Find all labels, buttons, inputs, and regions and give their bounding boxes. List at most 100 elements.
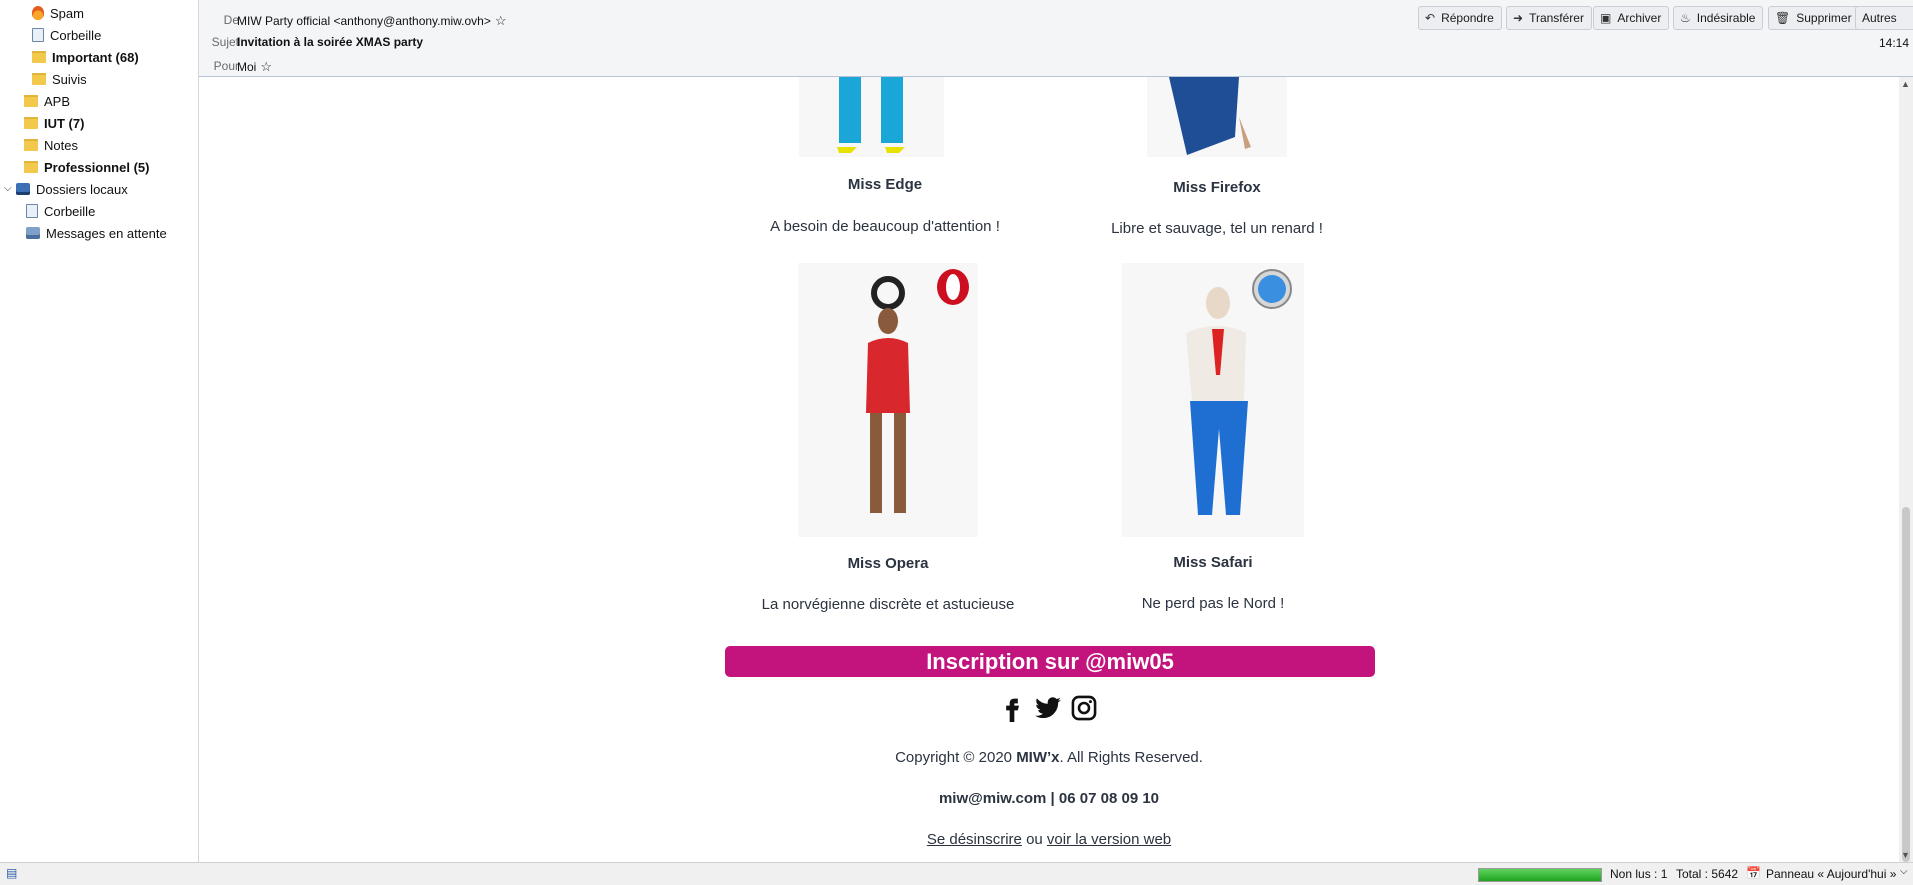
- fire-icon: [32, 6, 44, 20]
- copyright-prefix: Copyright © 2020: [895, 749, 1017, 766]
- online-status-icon[interactable]: ▤: [6, 866, 17, 880]
- junk-icon: ♨: [1680, 11, 1691, 25]
- folder-label: Suivis: [52, 71, 87, 87]
- reply-label: Répondre: [1441, 11, 1494, 25]
- message-body: Miss Edge Miss Firefox A besoin de beauc…: [199, 77, 1899, 862]
- card-title: Miss Edge: [847, 176, 923, 193]
- folder-label: Corbeille: [44, 203, 96, 219]
- delete-button[interactable]: 🗑 Supprimer: [1768, 6, 1860, 30]
- facebook-icon[interactable]: [998, 694, 1026, 722]
- web-version-link[interactable]: voir la version web: [1047, 831, 1171, 848]
- folder-label: APB: [44, 93, 71, 109]
- folder-icon: [24, 139, 38, 151]
- folder-suivis[interactable]: Suivis: [32, 69, 87, 89]
- miss-safari-photo: [1122, 263, 1304, 537]
- brand-name: MIW’x: [1016, 749, 1060, 766]
- card-description: Ne perd pas le Nord !: [1141, 595, 1285, 612]
- folder-icon: [32, 51, 46, 63]
- outbox-icon: [26, 227, 40, 239]
- other-actions-button[interactable]: Autres: [1855, 6, 1913, 30]
- progress-fill: [1479, 869, 1601, 881]
- copyright-text: Copyright © 2020 MIW’x. All Rights Reser…: [199, 749, 1899, 766]
- subject-value: Invitation à la soirée XMAS party: [237, 35, 424, 49]
- reply-button[interactable]: ↶ Répondre: [1418, 6, 1502, 30]
- folder-label: Corbeille: [50, 27, 102, 43]
- signup-button[interactable]: Inscription sur @miw05: [725, 646, 1375, 677]
- card-description: Libre et sauvage, tel un renard !: [1111, 220, 1323, 237]
- today-pane-toggle[interactable]: Panneau « Aujourd'hui »: [1766, 867, 1896, 881]
- folder-notes[interactable]: Notes: [24, 135, 78, 155]
- trash-icon: [26, 204, 38, 218]
- forward-icon: ➜: [1513, 11, 1524, 25]
- folder-local[interactable]: Dossiers locaux: [16, 179, 128, 199]
- reply-icon: ↶: [1425, 11, 1436, 25]
- status-bar: ▤ Non lus : 1 Total : 5642 📅 Panneau « A…: [0, 862, 1913, 885]
- to-address[interactable]: Moi: [237, 60, 256, 74]
- folder-spam[interactable]: Spam: [32, 3, 84, 23]
- folder-icon: [24, 95, 38, 107]
- from-value[interactable]: MIW Party official <anthony@anthony.miw.…: [237, 13, 507, 29]
- chevron-down-icon[interactable]: ⌵: [1900, 866, 1908, 877]
- star-icon[interactable]: ☆: [260, 59, 272, 75]
- unread-count: Non lus : 1: [1610, 867, 1668, 881]
- to-value[interactable]: Moi ☆: [237, 59, 272, 75]
- junk-button[interactable]: ♨ Indésirable: [1673, 6, 1764, 30]
- folder-icon: [24, 161, 38, 173]
- scrollbar-thumb[interactable]: [1902, 507, 1910, 862]
- card-title: Miss Safari: [1173, 554, 1253, 571]
- other-label: Autres: [1862, 11, 1897, 25]
- from-label: De: [223, 13, 239, 27]
- instagram-icon[interactable]: [1070, 694, 1098, 722]
- contact-info: miw@miw.com | 06 07 08 09 10: [938, 790, 1160, 807]
- archive-button[interactable]: ▣ Archiver: [1593, 6, 1670, 30]
- delete-label: Supprimer: [1796, 11, 1852, 25]
- folder-professionnel[interactable]: Professionnel (5): [24, 157, 149, 177]
- miss-edge-photo: [799, 77, 944, 157]
- message-header: De MIW Party official <anthony@anthony.m…: [199, 0, 1913, 77]
- scroll-down-icon[interactable]: ▼: [1901, 850, 1910, 860]
- folder-label: Important (68): [52, 49, 139, 65]
- miss-opera-photo: [798, 263, 978, 537]
- message-scrollbar[interactable]: ▲ ▼: [1899, 77, 1913, 862]
- trash-icon: [32, 28, 44, 42]
- to-label: Pour: [213, 59, 239, 73]
- miss-firefox-photo: [1147, 77, 1287, 157]
- message-time: 14:14: [1878, 36, 1909, 50]
- footer-links: Se désinscrire ou voir la version web: [199, 831, 1899, 848]
- folder-pane: Spam Corbeille Important (68) Suivis APB…: [0, 0, 199, 862]
- subject-label: Sujet: [211, 35, 239, 49]
- folder-outbox[interactable]: Messages en attente: [26, 223, 167, 243]
- folder-label: Dossiers locaux: [36, 181, 128, 197]
- unsubscribe-link[interactable]: Se désinscrire: [927, 831, 1022, 848]
- twitter-icon[interactable]: [1034, 694, 1062, 722]
- card-title: Miss Opera: [847, 555, 929, 572]
- folder-icon: [32, 73, 46, 85]
- folder-icon: [24, 117, 38, 129]
- from-address[interactable]: MIW Party official <anthony@anthony.miw.…: [237, 14, 491, 28]
- folder-apb[interactable]: APB: [24, 91, 70, 111]
- copyright-suffix: . All Rights Reserved.: [1059, 749, 1203, 766]
- folder-iut[interactable]: IUT (7): [24, 113, 84, 133]
- progress-bar: [1478, 868, 1602, 882]
- folder-label: Professionnel (5): [44, 159, 150, 175]
- folder-label: IUT (7): [44, 115, 85, 131]
- star-icon[interactable]: ☆: [495, 13, 507, 29]
- folder-label: Notes: [44, 137, 78, 153]
- archive-label: Archiver: [1617, 11, 1662, 25]
- total-count: Total : 5642: [1676, 867, 1739, 881]
- forward-button[interactable]: ➜ Transférer: [1506, 6, 1592, 30]
- folder-trash[interactable]: Corbeille: [32, 25, 101, 45]
- chevron-down-icon[interactable]: ⌵: [4, 183, 14, 194]
- folder-local-trash[interactable]: Corbeille: [26, 201, 95, 221]
- forward-label: Transférer: [1529, 11, 1584, 25]
- scroll-up-icon[interactable]: ▲: [1901, 79, 1910, 89]
- junk-label: Indésirable: [1696, 11, 1756, 25]
- folder-label: Spam: [50, 5, 84, 21]
- social-links: [998, 693, 1098, 723]
- folder-important[interactable]: Important (68): [32, 47, 139, 67]
- archive-icon: ▣: [1600, 11, 1612, 25]
- trash-icon: 🗑: [1775, 11, 1791, 25]
- local-drive-icon: [16, 183, 30, 195]
- folder-label: Messages en attente: [46, 225, 167, 241]
- card-title: Miss Firefox: [1173, 179, 1261, 196]
